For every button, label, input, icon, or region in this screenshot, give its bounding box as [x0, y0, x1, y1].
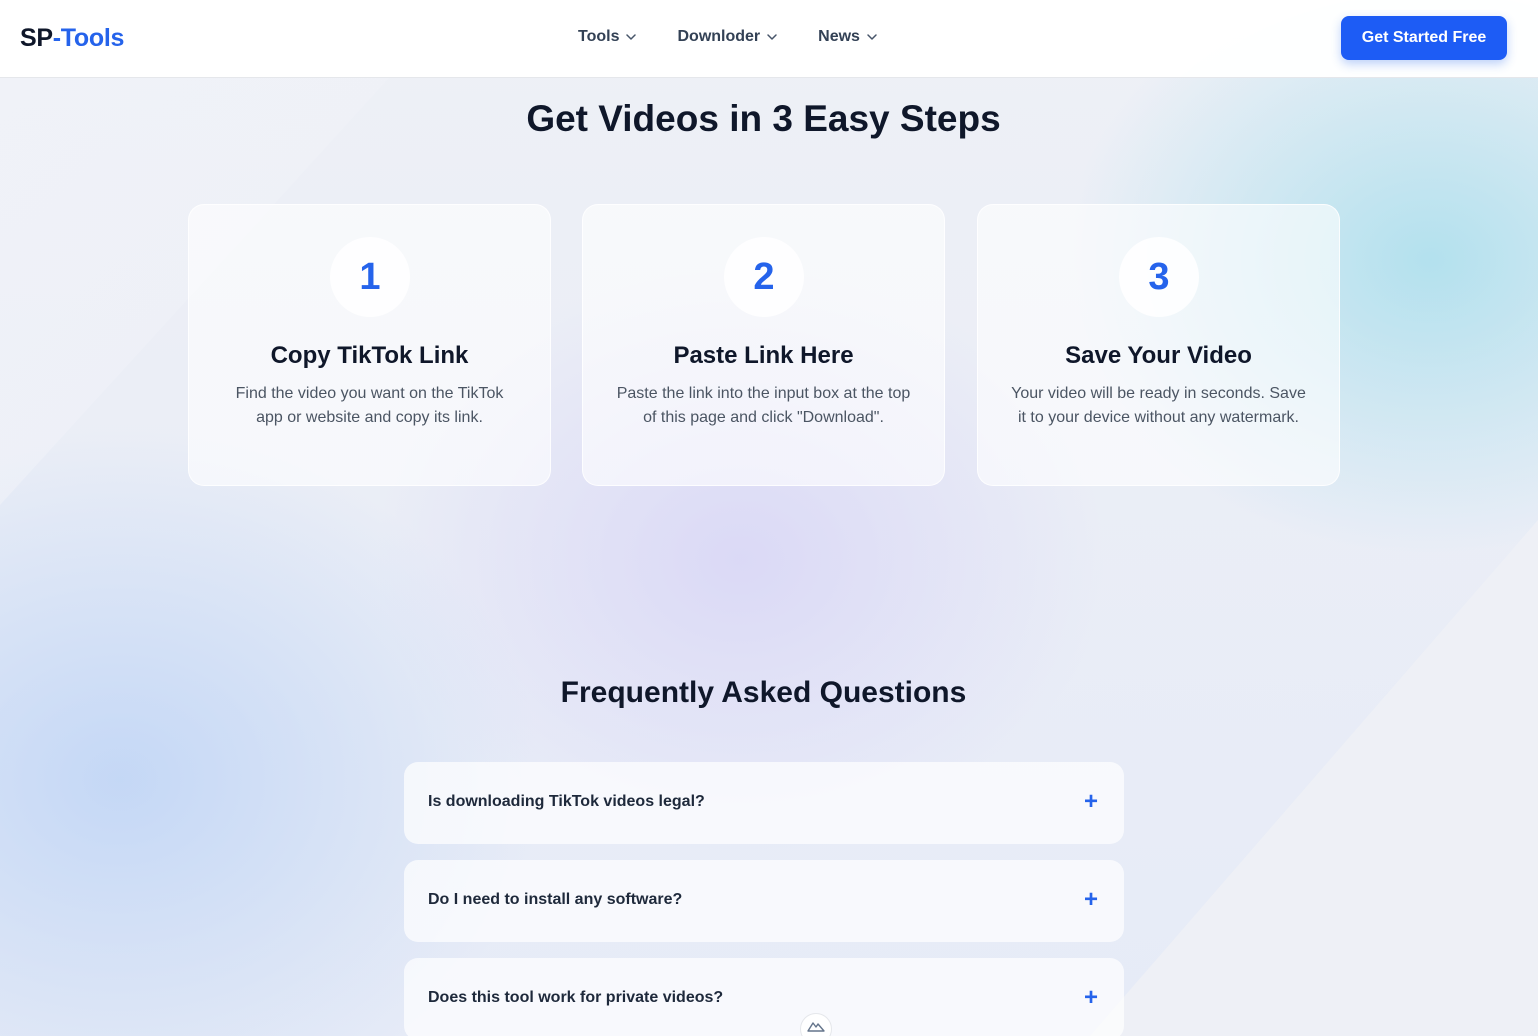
- step-card-1: 1 Copy TikTok Link Find the video you wa…: [188, 204, 551, 486]
- chevron-down-icon: [626, 34, 637, 40]
- step-number-badge: 1: [330, 237, 410, 317]
- nav-item-label: Tools: [578, 28, 620, 45]
- faq-heading: Frequently Asked Questions: [560, 676, 967, 709]
- faq-question: Is downloading TikTok videos legal?: [428, 793, 705, 810]
- nav-item-news[interactable]: News: [818, 28, 878, 46]
- step-description: Paste the link into the input box at the…: [616, 385, 911, 426]
- get-started-button[interactable]: Get Started Free: [1341, 16, 1507, 60]
- faq-question: Do I need to install any software?: [428, 891, 683, 908]
- step-number-badge: 2: [724, 237, 804, 317]
- chevron-down-icon: [767, 34, 777, 40]
- faq-question: Does this tool work for private videos?: [428, 989, 724, 1006]
- nav-item-tools[interactable]: Tools: [578, 28, 637, 46]
- logo-text-accent: -Tools: [52, 24, 125, 52]
- plus-icon[interactable]: +: [1084, 888, 1098, 912]
- nav-item-downloder[interactable]: Downloder: [677, 28, 778, 46]
- step-title: Copy TikTok Link: [270, 342, 469, 369]
- faq-item[interactable]: Is downloading TikTok videos legal? +: [404, 762, 1124, 844]
- mountain-icon: [807, 1022, 825, 1032]
- step-description: Find the video you want on the TikTok ap…: [235, 385, 504, 426]
- nav-item-label: Downloder: [677, 28, 761, 45]
- plus-icon[interactable]: +: [1084, 790, 1098, 814]
- faq-item[interactable]: Do I need to install any software? +: [404, 860, 1124, 942]
- step-description: Your video will be ready in seconds. Sav…: [1011, 385, 1306, 426]
- chevron-down-icon: [867, 34, 877, 40]
- step-title: Save Your Video: [1065, 342, 1252, 369]
- plus-icon[interactable]: +: [1084, 986, 1098, 1010]
- steps-heading: Get Videos in 3 Easy Steps: [526, 98, 1001, 139]
- step-title: Paste Link Here: [673, 342, 854, 369]
- faq-item[interactable]: Does this tool work for private videos? …: [404, 958, 1124, 1036]
- step-card-2: 2 Paste Link Here Paste the link into th…: [582, 204, 945, 486]
- site-logo[interactable]: SP-Tools: [20, 24, 124, 53]
- nav-item-label: News: [818, 28, 860, 45]
- logo-text-primary: SP: [20, 24, 53, 52]
- site-header: SP-Tools Tools Downloder News Get Starte…: [0, 0, 1538, 78]
- step-number-badge: 3: [1119, 237, 1199, 317]
- step-card-3: 3 Save Your Video Your video will be rea…: [977, 204, 1340, 486]
- main-nav: Tools Downloder News: [578, 28, 878, 46]
